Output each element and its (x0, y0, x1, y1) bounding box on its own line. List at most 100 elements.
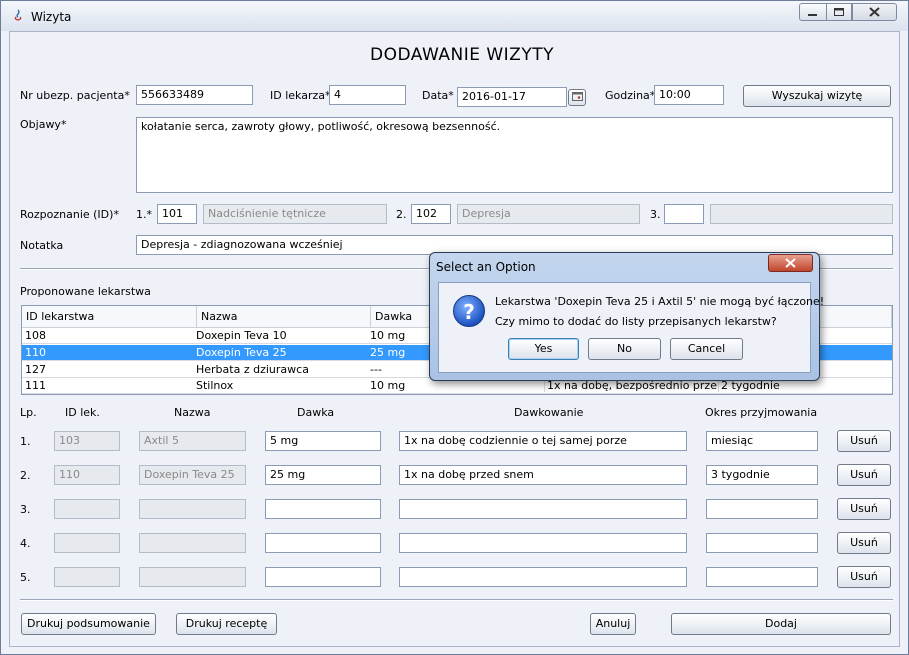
dosing-field[interactable] (399, 567, 687, 587)
column-header-name[interactable]: Nazwa (197, 306, 371, 328)
period-field[interactable]: miesiąc (706, 431, 818, 451)
minimize-button[interactable] (799, 3, 826, 21)
dose-field[interactable] (265, 567, 381, 587)
question-icon: ? (453, 295, 485, 327)
drug-name-field: Axtil 5 (139, 431, 246, 451)
row-number: 1. (20, 435, 31, 448)
dose-field[interactable]: 5 mg (265, 431, 381, 451)
close-icon (785, 258, 796, 268)
time-field[interactable]: 10:00 (654, 85, 724, 105)
dialog-body: ? Lekarstwa 'Doxepin Teva 25 i Axtil 5' … (438, 282, 824, 373)
no-button[interactable]: No (588, 338, 661, 360)
separator (20, 599, 893, 601)
date-label: Data* (422, 89, 454, 102)
row-number: 4. (20, 537, 31, 550)
print-summary-button[interactable]: Drukuj podsumowanie (21, 613, 156, 635)
symptoms-textarea[interactable]: kołatanie serca, zawroty głowy, potliwoś… (136, 117, 893, 193)
drug-name-field: Doxepin Teva 25 (139, 465, 246, 485)
remove-button[interactable]: Usuń (837, 464, 891, 486)
remove-button[interactable]: Usuń (837, 532, 891, 554)
cell-id: 108 (25, 329, 46, 342)
header-dose: Dawka (297, 406, 335, 419)
period-field[interactable] (706, 499, 818, 519)
cell-dose: --- (370, 363, 382, 376)
page-title: DODAWANIE WIZYTY (370, 45, 554, 65)
dialog-title: Select an Option (436, 260, 536, 274)
proposed-drugs-title: Proponowane lekarstwa (20, 285, 151, 298)
drug-id-field (54, 567, 120, 587)
add-button[interactable]: Dodaj (671, 613, 891, 635)
header-name: Nazwa (174, 406, 211, 419)
dialog-message-line1: Lekarstwa 'Doxepin Teva 25 i Axtil 5' ni… (495, 295, 825, 308)
dosing-field[interactable]: 1x na dobę przed snem (399, 465, 687, 485)
close-icon (869, 7, 880, 17)
header-lp: Lp. (20, 406, 37, 419)
row-number: 3. (20, 503, 31, 516)
time-label: Godzina* (605, 89, 656, 102)
calendar-icon (572, 92, 583, 101)
dose-field[interactable] (265, 499, 381, 519)
cell-dose: 25 mg (370, 346, 406, 359)
column-header-id[interactable]: ID lekarstwa (22, 306, 197, 328)
diagnosis-2-number: 2. (396, 208, 407, 221)
drug-name-field (139, 533, 246, 553)
patient-label: Nr ubezp. pacjenta* (20, 89, 130, 102)
confirm-dialog: Select an Option ? Lekarstwa 'Doxepin Te… (429, 252, 824, 381)
minimize-icon (808, 14, 817, 16)
drug-id-field (54, 533, 120, 553)
cell-id: 111 (25, 379, 46, 392)
doctor-field[interactable]: 4 (329, 85, 406, 105)
remove-button[interactable]: Usuń (837, 566, 891, 588)
dosing-field[interactable] (399, 499, 687, 519)
dialog-message-line2: Czy mimo to dodać do listy przepisanych … (495, 315, 777, 328)
drug-id-field (54, 499, 120, 519)
close-button[interactable] (852, 3, 897, 21)
dialog-close-button[interactable] (768, 254, 813, 272)
dosing-field[interactable] (399, 533, 687, 553)
window-title: Wizyta (31, 10, 72, 24)
diagnosis-1-name-field: Nadciśnienie tętnicze (203, 204, 387, 224)
cell-name: Stilnox (196, 379, 234, 392)
dose-field[interactable] (265, 533, 381, 553)
drug-name-field (139, 567, 246, 587)
cancel-button[interactable]: Anuluj (590, 613, 636, 635)
period-field[interactable] (706, 567, 818, 587)
drug-id-field: 103 (54, 431, 120, 451)
drug-id-field: 110 (54, 465, 120, 485)
drug-name-field (139, 499, 246, 519)
cell-name: Doxepin Teva 10 (196, 329, 287, 342)
title-bar: Wizyta (1, 1, 908, 31)
doctor-label: ID lekarza* (270, 89, 331, 102)
cell-dose: 10 mg (370, 379, 406, 392)
maximize-button[interactable] (826, 3, 852, 21)
header-dosing: Dawkowanie (514, 406, 584, 419)
cell-id: 127 (25, 363, 46, 376)
remove-button[interactable]: Usuń (837, 498, 891, 520)
header-drug-id: ID lek. (65, 406, 100, 419)
print-prescription-button[interactable]: Drukuj receptę (176, 613, 277, 635)
period-field[interactable]: 3 tygodnie (706, 465, 818, 485)
yes-button[interactable]: Yes (508, 338, 579, 360)
diagnosis-1-id-field[interactable]: 101 (157, 204, 197, 224)
dosing-field[interactable]: 1x na dobę codziennie o tej samej porze (399, 431, 687, 451)
note-label: Notatka (20, 239, 64, 252)
header-period: Okres przyjmowania (705, 406, 818, 419)
remove-button[interactable]: Usuń (837, 430, 891, 452)
patient-field[interactable]: 556633489 (136, 85, 253, 105)
cell-dose: 10 mg (370, 329, 406, 342)
diagnosis-3-id-field[interactable] (664, 204, 704, 224)
period-field[interactable] (706, 533, 818, 553)
diagnosis-3-name-field (710, 204, 893, 224)
diagnosis-2-name-field: Depresja (457, 204, 640, 224)
row-number: 5. (20, 571, 31, 584)
calendar-button[interactable] (568, 89, 586, 106)
date-field[interactable]: 2016-01-17 (457, 87, 567, 107)
cell-name: Herbata z dziurawca (196, 363, 309, 376)
dialog-cancel-button[interactable]: Cancel (670, 338, 743, 360)
row-number: 2. (20, 469, 31, 482)
search-visit-button[interactable]: Wyszukaj wizytę (743, 85, 891, 107)
diagnosis-label: Rozpoznanie (ID)* (20, 208, 119, 221)
diagnosis-2-id-field[interactable]: 102 (411, 204, 451, 224)
dose-field[interactable]: 25 mg (265, 465, 381, 485)
symptoms-label: Objawy* (20, 118, 67, 131)
